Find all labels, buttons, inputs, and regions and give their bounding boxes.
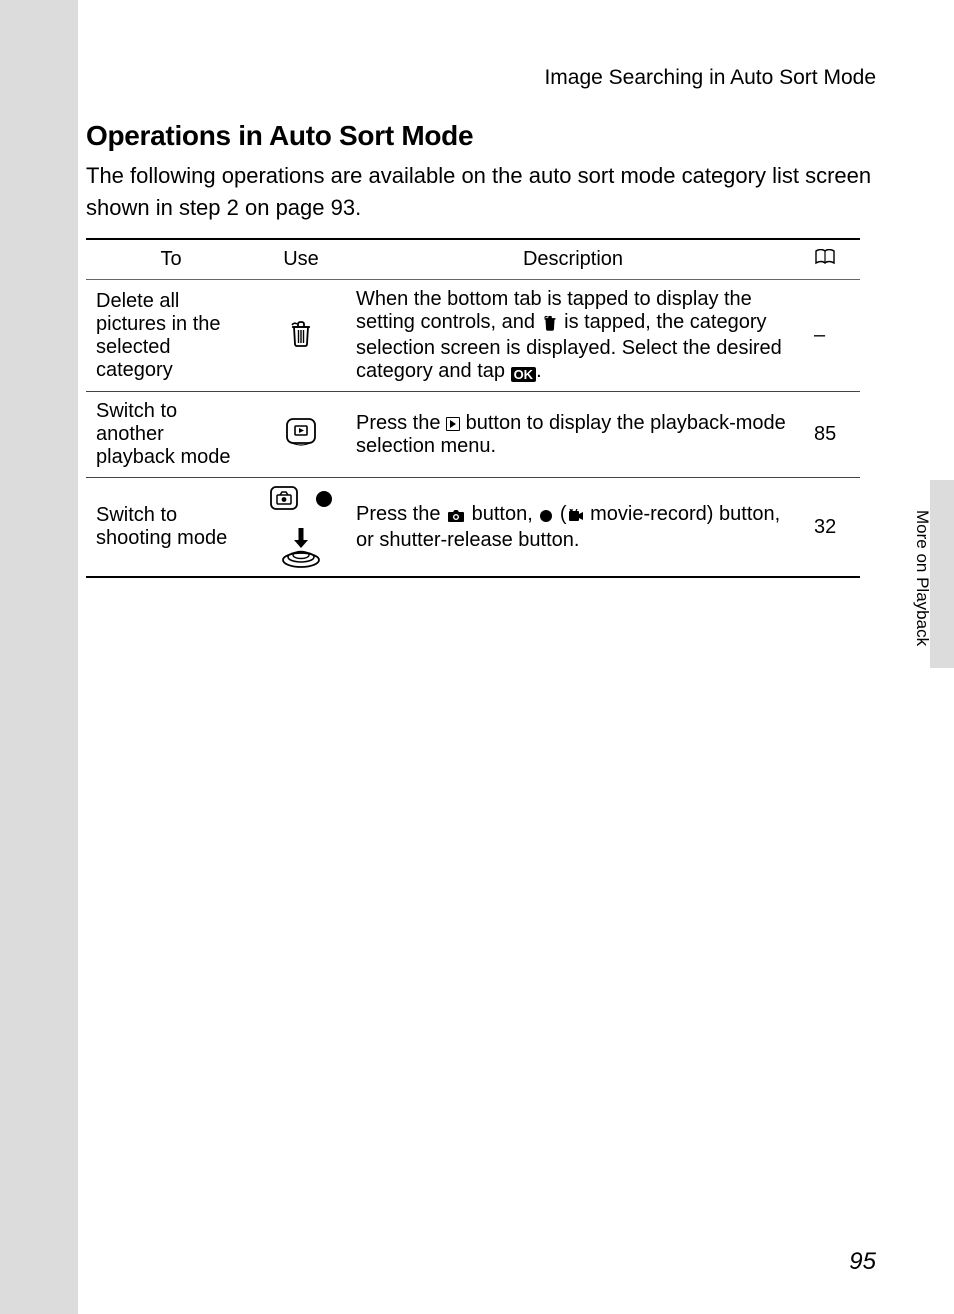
- trash-icon: [288, 319, 314, 353]
- table-row: Delete all pictures in the selected cate…: [86, 280, 860, 392]
- th-reference: [800, 239, 860, 280]
- playback-button-icon: [284, 416, 318, 454]
- operations-table: To Use Description Delete all pictures i…: [86, 238, 860, 578]
- cell-description: Press the button to display the playback…: [346, 392, 800, 478]
- th-to: To: [86, 239, 256, 280]
- section-title: Operations in Auto Sort Mode: [86, 120, 473, 152]
- ok-icon: OK: [511, 367, 537, 382]
- cell-reference: 32: [800, 478, 860, 578]
- trash-icon: [542, 314, 558, 337]
- cell-to: Switch to shooting mode: [86, 478, 256, 578]
- desc-text: Press the: [356, 412, 446, 434]
- side-tab: [930, 480, 954, 668]
- desc-text: (: [554, 503, 566, 525]
- cell-description: When the bottom tab is tapped to display…: [346, 280, 800, 392]
- cell-description: Press the button, ( movie-record) button…: [346, 478, 800, 578]
- book-icon: [814, 248, 836, 271]
- cell-reference: –: [800, 280, 860, 392]
- cell-use: [256, 392, 346, 478]
- table-row: Switch to shooting mode: [86, 478, 860, 578]
- record-dot-icon: [314, 489, 334, 515]
- intro-text: The following operations are available o…: [86, 160, 876, 224]
- record-dot-icon: [539, 506, 553, 529]
- th-description: Description: [346, 239, 800, 280]
- cell-use: [256, 280, 346, 392]
- side-section-label: More on Playback: [912, 510, 932, 670]
- desc-text: Press the: [356, 503, 446, 525]
- cell-to: Switch to another playback mode: [86, 392, 256, 478]
- shutter-press-icon: [278, 526, 324, 570]
- cell-to: Delete all pictures in the selected cate…: [86, 280, 256, 392]
- breadcrumb: Image Searching in Auto Sort Mode: [86, 66, 876, 90]
- table-row: Switch to another playback mode Press th…: [86, 392, 860, 478]
- desc-text: button,: [466, 503, 538, 525]
- th-use: Use: [256, 239, 346, 280]
- play-icon: [446, 417, 460, 431]
- page-number: 95: [849, 1248, 876, 1276]
- camera-icon: [447, 506, 465, 529]
- movie-icon: [568, 506, 584, 529]
- cell-reference: 85: [800, 392, 860, 478]
- cell-use: [256, 478, 346, 578]
- camera-button-icon: [268, 484, 300, 520]
- desc-text: .: [536, 360, 542, 382]
